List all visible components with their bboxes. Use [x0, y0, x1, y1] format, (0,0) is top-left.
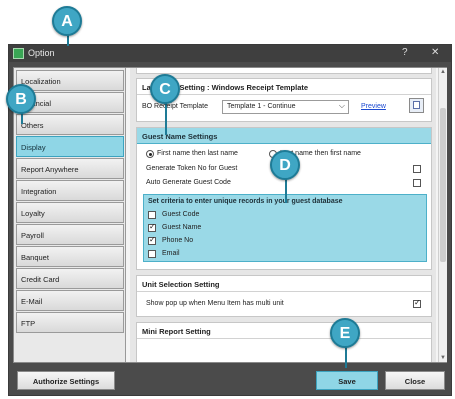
auto-code-checkbox[interactable]	[413, 179, 421, 187]
criteria-label: Guest Name	[162, 224, 202, 231]
callout-e: E	[330, 318, 360, 348]
bo-receipt-template-label: BO Receipt Template	[142, 103, 209, 110]
sidebar-item-label: Payroll	[21, 231, 44, 240]
check-icon: ✓	[414, 298, 421, 307]
auto-code-label: Auto Generate Guest Code	[146, 179, 231, 186]
sidebar-item-label: Banquet	[21, 253, 49, 262]
radio-selected-dot	[149, 153, 152, 156]
criteria-title: Set criteria to enter unique records in …	[148, 198, 343, 205]
check-icon: ✓	[149, 235, 156, 244]
callout-tail	[165, 103, 167, 135]
close-window-button[interactable]: ✕	[431, 47, 439, 58]
scroll-down-icon[interactable]: ▼	[440, 355, 446, 361]
option-window: Option ? ✕ Localization Financial Others…	[8, 44, 452, 396]
callout-a: A	[52, 6, 82, 36]
sidebar-item-payroll[interactable]: Payroll	[16, 224, 124, 245]
sidebar-item-label: E-Mail	[21, 297, 43, 306]
sidebar-item-email[interactable]: E-Mail	[16, 290, 124, 311]
sidebar-item-banquet[interactable]: Banquet	[16, 246, 124, 267]
previous-section	[136, 68, 432, 74]
authorize-settings-button[interactable]: Authorize Settings	[17, 371, 115, 390]
radio-first-last-label: First name then last name	[157, 150, 238, 157]
sidebar-item-label: Loyalty	[21, 209, 45, 218]
criteria-box: Set criteria to enter unique records in …	[143, 194, 427, 262]
guest-name-checkbox[interactable]: ✓	[148, 222, 156, 232]
app-icon	[13, 48, 24, 59]
sidebar: Localization Financial Others Display Re…	[14, 68, 126, 362]
preview-document-button[interactable]	[409, 98, 424, 113]
sidebar-item-localization[interactable]: Localization	[16, 70, 124, 91]
guest-code-checkbox[interactable]	[148, 211, 156, 219]
save-button[interactable]: Save	[316, 371, 378, 390]
multi-unit-popup-label: Show pop up when Menu Item has multi uni…	[146, 300, 284, 307]
close-button[interactable]: Close	[385, 371, 445, 390]
help-button[interactable]: ?	[402, 47, 408, 58]
criteria-item-guest-code[interactable]: Guest Code	[148, 210, 418, 221]
sidebar-item-loyalty[interactable]: Loyalty	[16, 202, 124, 223]
content-area: Localization Financial Others Display Re…	[13, 67, 447, 363]
criteria-item-phone-no[interactable]: ✓ Phone No	[148, 235, 418, 247]
criteria-item-guest-name[interactable]: ✓ Guest Name	[148, 222, 418, 234]
sidebar-item-ftp[interactable]: FTP	[16, 312, 124, 333]
section-title: Unit Selection Setting	[137, 276, 431, 292]
callout-c: C	[150, 74, 180, 104]
window-title: Option	[28, 48, 55, 58]
criteria-label: Phone No	[162, 237, 194, 244]
title-bar: Option ? ✕	[9, 45, 451, 62]
radio-first-last[interactable]	[146, 150, 154, 158]
check-icon: ✓	[149, 222, 156, 231]
callout-tail	[285, 179, 287, 203]
vertical-scrollbar[interactable]: ▲ ▼	[438, 68, 447, 362]
sidebar-item-label: Report Anywhere	[21, 165, 79, 174]
sidebar-item-label: Display	[21, 143, 46, 152]
document-icon	[413, 101, 420, 109]
gen-token-checkbox[interactable]	[413, 165, 421, 173]
sidebar-item-label: Others	[21, 121, 44, 130]
template-dropdown[interactable]: Template 1 - Continue ⌵	[222, 100, 349, 114]
section-title: Guest Name Settings	[137, 128, 431, 144]
multi-unit-popup-checkbox[interactable]: ✓	[413, 298, 421, 308]
sidebar-item-label: FTP	[21, 319, 36, 328]
preview-link[interactable]: Preview	[361, 103, 386, 110]
callout-d: D	[270, 150, 300, 180]
callout-b: B	[6, 84, 36, 114]
callout-tail	[345, 346, 347, 368]
section-title: Mini Report Setting	[137, 323, 431, 339]
sidebar-item-credit-card[interactable]: Credit Card	[16, 268, 124, 289]
criteria-label: Email	[162, 250, 180, 257]
mini-report-section: Mini Report Setting	[136, 322, 432, 362]
criteria-item-email[interactable]: Email	[148, 249, 418, 260]
email-checkbox[interactable]	[148, 250, 156, 258]
sidebar-item-others[interactable]: Others	[16, 114, 124, 135]
template-value: Template 1 - Continue	[227, 103, 296, 110]
criteria-label: Guest Code	[162, 211, 200, 218]
guest-name-section: Guest Name Settings First name then last…	[136, 127, 432, 270]
sidebar-item-label: Credit Card	[21, 275, 60, 284]
scroll-up-icon[interactable]: ▲	[440, 69, 446, 75]
language-setting-section: Language Setting : Windows Receipt Templ…	[136, 78, 432, 122]
sidebar-item-integration[interactable]: Integration	[16, 180, 124, 201]
unit-selection-section: Unit Selection Setting Show pop up when …	[136, 275, 432, 317]
chevron-down-icon: ⌵	[338, 101, 345, 110]
sidebar-item-label: Integration	[21, 187, 57, 196]
section-title: Language Setting : Windows Receipt Templ…	[137, 79, 431, 95]
sidebar-item-display[interactable]: Display	[16, 136, 124, 157]
phone-no-checkbox[interactable]: ✓	[148, 235, 156, 245]
scroll-thumb[interactable]	[440, 108, 446, 262]
sidebar-item-report-anywhere[interactable]: Report Anywhere	[16, 158, 124, 179]
settings-panel: Language Setting : Windows Receipt Templ…	[130, 68, 436, 362]
gen-token-label: Generate Token No for Guest	[146, 165, 238, 172]
